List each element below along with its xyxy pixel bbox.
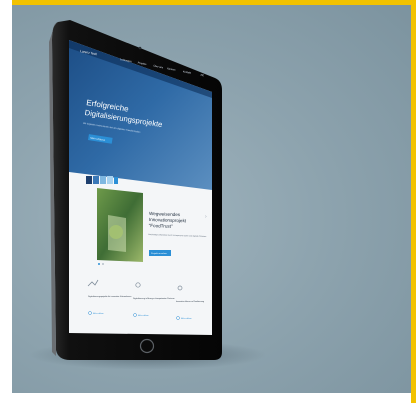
- card-3-title: Innovative Ideen zur Realisierung: [176, 300, 204, 303]
- photo-frame: Lorenz Tech Leistungen Projekte Über uns…: [0, 0, 416, 403]
- page-dot-active[interactable]: [98, 263, 100, 265]
- tab-2[interactable]: [93, 176, 99, 184]
- feature-cta-label: Projekt ansehen: [151, 252, 168, 255]
- front-camera: [138, 46, 142, 50]
- tab-4[interactable]: [107, 176, 113, 184]
- card-2-title: Digitalisierung in Bezug zu kompetenten …: [133, 297, 175, 300]
- card-2-link[interactable]: Mehr erfahren: [138, 314, 149, 317]
- tablet-device: Lorenz Tech Leistungen Projekte Über uns…: [49, 20, 222, 360]
- card-3-link[interactable]: Mehr erfahren: [181, 317, 192, 320]
- page-dot[interactable]: [102, 263, 104, 265]
- feature-title-3: "FoodTrust": [149, 223, 174, 229]
- card-1-link[interactable]: Mehr erfahren: [93, 312, 104, 315]
- plant-shape: [109, 225, 123, 239]
- tab-5[interactable]: [114, 177, 118, 184]
- tab-3[interactable]: [100, 176, 106, 184]
- card-1-title: Digitalisierungsprojekte für innovative …: [88, 295, 131, 298]
- tablet-screen: Lorenz Tech Leistungen Projekte Über uns…: [69, 40, 212, 335]
- tab-1[interactable]: [86, 176, 92, 184]
